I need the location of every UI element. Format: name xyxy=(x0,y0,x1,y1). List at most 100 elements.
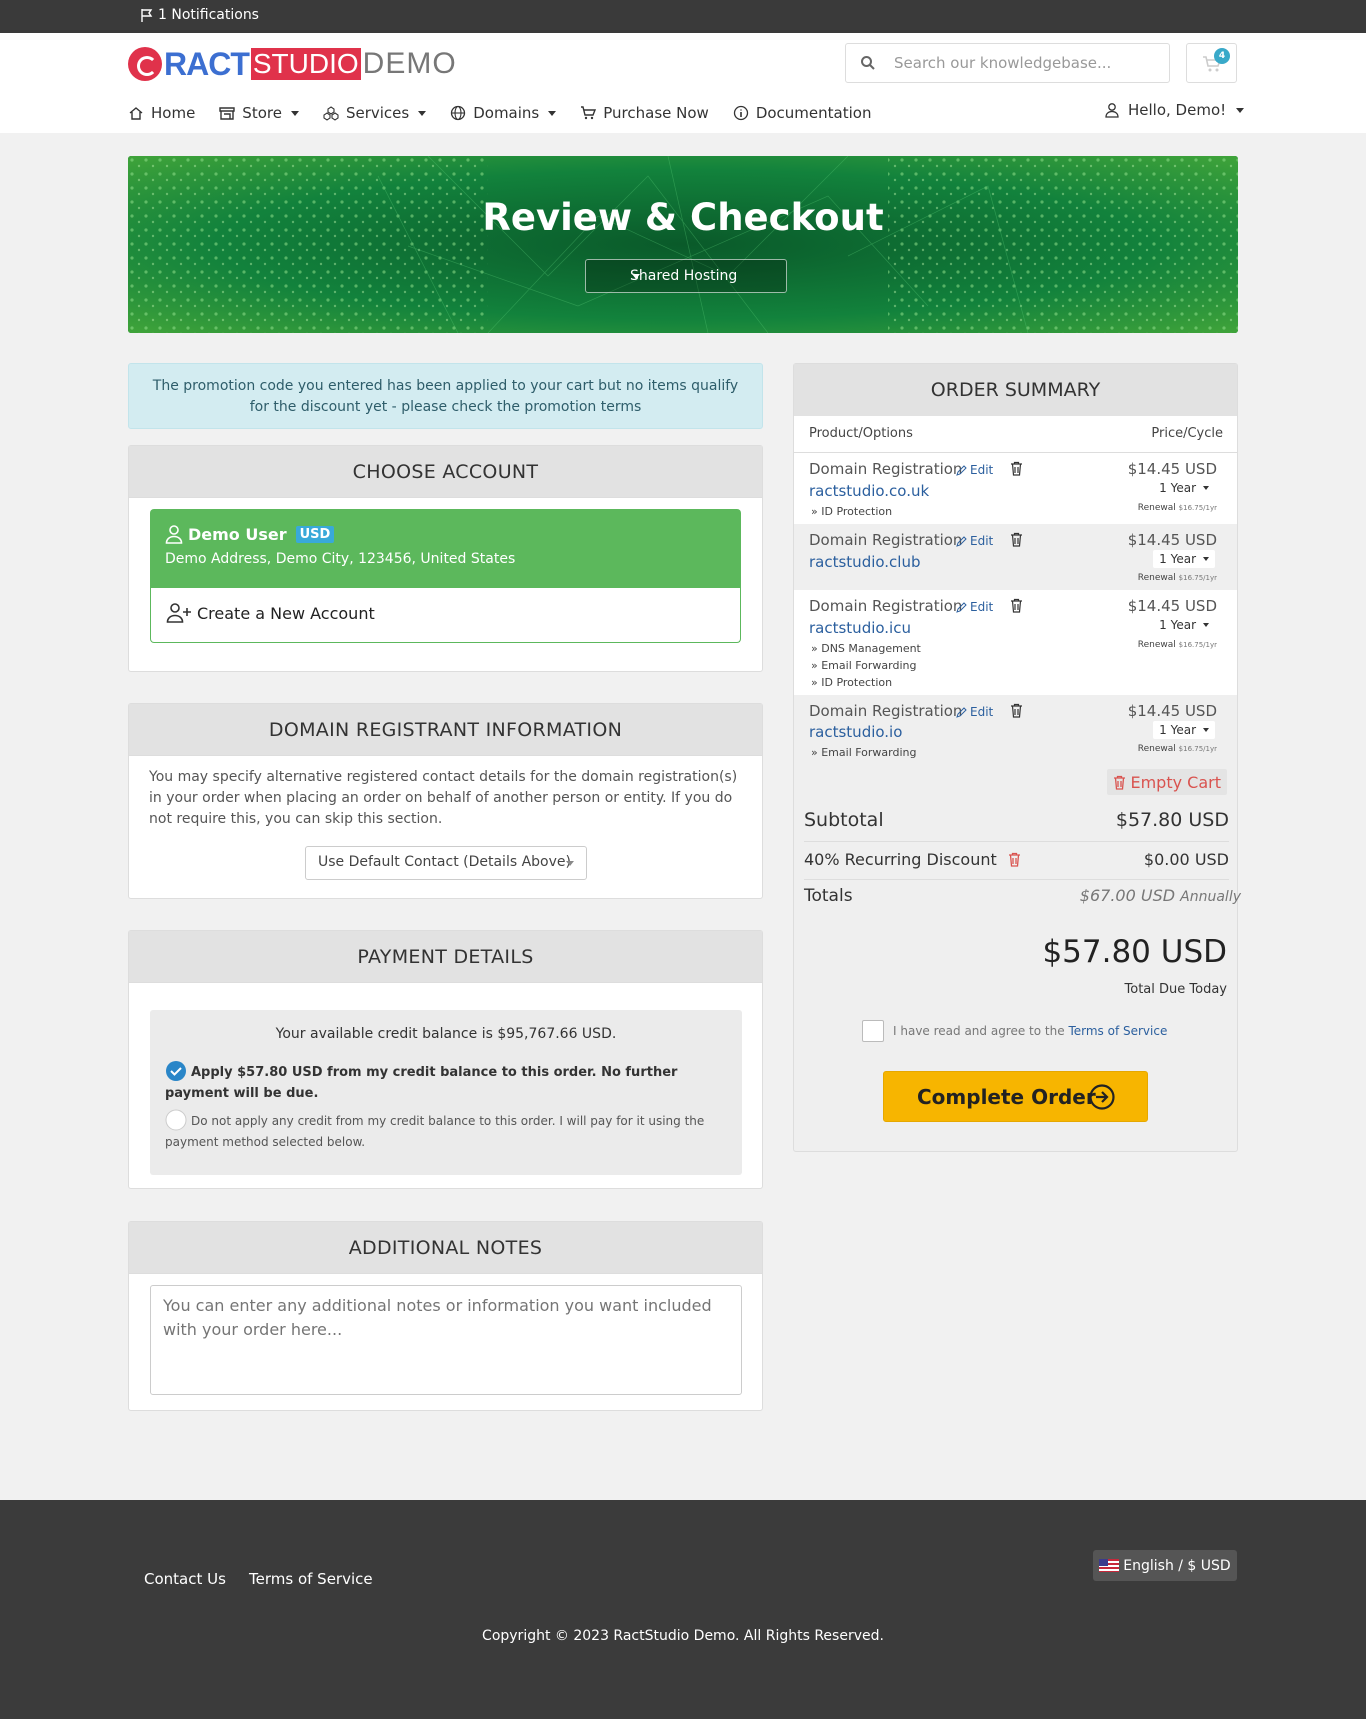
create-account-label: Create a New Account xyxy=(197,603,375,623)
renewal-price: Renewal $16.75/1yr xyxy=(1138,503,1217,513)
notes-title: ADDITIONAL NOTES xyxy=(129,1222,762,1274)
item-name: Domain Registration xyxy=(809,702,963,720)
globe-icon xyxy=(451,105,466,121)
trash-icon[interactable] xyxy=(1008,852,1021,867)
brand-logo[interactable]: RACT STUDIO DEMO xyxy=(128,46,457,82)
nav-documentation[interactable]: Documentation xyxy=(733,104,872,122)
item-option: » ID Protection xyxy=(811,505,893,518)
totals-row: Totals $67.00 USD Annually xyxy=(804,886,1241,916)
notifications-label: 1 Notifications xyxy=(158,7,259,23)
renewal-price: Renewal $16.75/1yr xyxy=(1138,744,1217,754)
registrant-contact-select[interactable]: Use Default Contact (Details Above) xyxy=(305,846,587,880)
totals-value: $67.00 USD Annually xyxy=(1080,886,1241,905)
billing-cycle-select[interactable]: 1 Year xyxy=(1153,550,1215,568)
cart-item: Domain Registration Edit ractstudio.club… xyxy=(794,524,1237,590)
item-option: » Email Forwarding xyxy=(811,746,917,759)
edit-item-link[interactable]: Edit xyxy=(956,463,993,477)
nav-documentation-label: Documentation xyxy=(755,104,872,122)
cart-item: Domain Registration Edit ractstudio.co.u… xyxy=(794,453,1237,524)
logo-mark-icon xyxy=(128,47,162,81)
renewal-value: $16.75/1yr xyxy=(1178,745,1217,753)
total-due-amount: $57.80 USD xyxy=(1042,934,1227,970)
page-banner: Review & Checkout Shared Hosting xyxy=(128,156,1238,333)
notes-textarea[interactable] xyxy=(150,1285,742,1395)
renewal-label: Renewal xyxy=(1137,744,1176,754)
renewal-price: Renewal $16.75/1yr xyxy=(1138,573,1217,583)
complete-order-button[interactable]: Complete Order xyxy=(883,1071,1148,1122)
registrant-description: You may specify alternative registered c… xyxy=(149,769,738,827)
chevron-down-icon xyxy=(1236,107,1245,113)
edit-item-link[interactable]: Edit xyxy=(956,600,993,614)
trash-icon[interactable] xyxy=(1010,461,1023,476)
discount-label: 40% Recurring Discount xyxy=(804,850,997,869)
edit-item-link[interactable]: Edit xyxy=(956,705,993,719)
pencil-icon xyxy=(956,601,967,613)
edit-item-label: Edit xyxy=(970,705,994,719)
chevron-down-icon xyxy=(418,110,427,116)
edit-item-link[interactable]: Edit xyxy=(956,534,993,548)
create-account-option[interactable]: Create a New Account xyxy=(150,588,741,643)
registrant-contact-value: Use Default Contact (Details Above) xyxy=(318,854,571,870)
search-input[interactable] xyxy=(894,52,1154,74)
page-title: Review & Checkout xyxy=(482,196,884,239)
account-option-demo-user[interactable]: Demo User USD Demo Address, Demo City, 1… xyxy=(150,509,741,588)
chevron-down-icon xyxy=(1203,623,1209,627)
category-dropdown[interactable]: Shared Hosting xyxy=(585,259,787,293)
renewal-value: $16.75/1yr xyxy=(1178,504,1217,512)
item-price: $14.45 USD xyxy=(1127,702,1217,720)
empty-cart-button[interactable]: Empty Cart xyxy=(1107,769,1227,795)
us-flag-icon xyxy=(1099,1559,1120,1572)
nav-services[interactable]: Services xyxy=(323,104,427,122)
language-currency-label: English / $ USD xyxy=(1123,1557,1231,1574)
edit-item-label: Edit xyxy=(970,534,994,548)
footer-contact-link[interactable]: Contact Us xyxy=(144,1570,226,1588)
user-icon xyxy=(1105,103,1119,118)
logo-text-demo: DEMO xyxy=(362,47,457,80)
logo-text-studio: STUDIO xyxy=(250,48,361,80)
billing-cycle-select[interactable]: 1 Year xyxy=(1153,616,1215,634)
discount-row: 40% Recurring Discount $0.00 USD xyxy=(804,850,1229,880)
renewal-label: Renewal xyxy=(1137,640,1176,650)
category-dropdown-value: Shared Hosting xyxy=(630,268,738,284)
billing-cycle-value: 1 Year xyxy=(1159,552,1196,566)
cart-button[interactable]: 4 xyxy=(1186,43,1237,83)
nav-store[interactable]: Store xyxy=(219,104,299,122)
billing-cycle-value: 1 Year xyxy=(1159,618,1196,632)
item-option: » ID Protection xyxy=(811,676,893,689)
user-menu[interactable]: Hello, Demo! xyxy=(1104,101,1245,119)
apply-credit-option[interactable]: Apply $57.80 USD from my credit balance … xyxy=(165,1060,725,1104)
item-option: » Email Forwarding xyxy=(811,659,917,672)
notifications-link[interactable]: 1 Notifications xyxy=(140,7,259,23)
nav-purchase-now-label: Purchase Now xyxy=(603,104,709,122)
no-credit-option[interactable]: Do not apply any credit from my credit b… xyxy=(165,1109,725,1153)
tos-checkbox[interactable] xyxy=(862,1020,884,1042)
search-icon[interactable] xyxy=(860,55,876,71)
item-price: $14.45 USD xyxy=(1127,460,1217,478)
footer-terms-link[interactable]: Terms of Service xyxy=(249,1570,373,1588)
language-currency-button[interactable]: English / $ USD xyxy=(1093,1550,1237,1581)
column-product: Product/Options xyxy=(809,426,913,441)
main-nav: Home Store Services Domains Purchase Now… xyxy=(128,101,895,125)
flag-icon xyxy=(141,9,153,22)
trash-icon[interactable] xyxy=(1010,598,1023,613)
complete-order-label: Complete Order xyxy=(917,1085,1096,1109)
store-icon xyxy=(219,107,235,120)
billing-cycle-value: 1 Year xyxy=(1159,481,1196,495)
home-icon xyxy=(129,107,143,120)
site-footer: Contact Us Terms of Service English / $ … xyxy=(0,1500,1366,1719)
nav-home-label: Home xyxy=(151,104,196,122)
trash-icon[interactable] xyxy=(1010,532,1023,547)
billing-cycle-select[interactable]: 1 Year xyxy=(1153,721,1215,739)
logo-text-ract: RACT xyxy=(164,45,250,82)
tos-link[interactable]: Terms of Service xyxy=(1068,1024,1167,1038)
banner-background xyxy=(128,156,1238,333)
billing-cycle-select[interactable]: 1 Year xyxy=(1153,479,1215,497)
summary-column-header: Product/Options Price/Cycle xyxy=(794,416,1237,453)
chevron-down-icon xyxy=(632,274,640,279)
services-icon xyxy=(323,106,339,121)
nav-home[interactable]: Home xyxy=(128,104,195,122)
nav-services-label: Services xyxy=(345,104,410,122)
trash-icon[interactable] xyxy=(1010,703,1023,718)
nav-purchase-now[interactable]: Purchase Now xyxy=(580,104,709,122)
nav-domains[interactable]: Domains xyxy=(450,104,557,122)
